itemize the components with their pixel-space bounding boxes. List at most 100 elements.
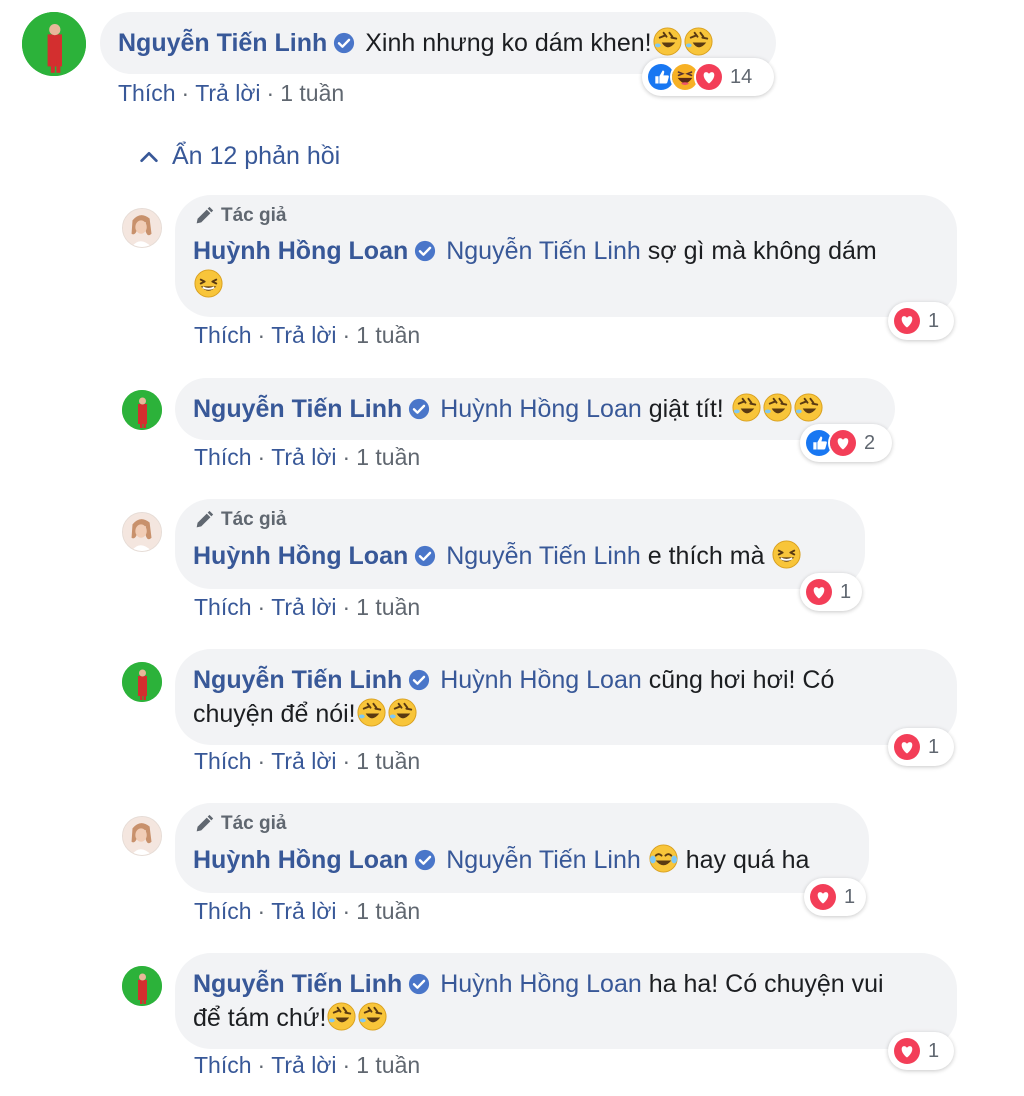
mention-link[interactable]: Huỳnh Hồng Loan (440, 395, 642, 423)
author-name[interactable]: Huỳnh Hồng Loan (193, 237, 408, 265)
rofl-emoji-icon (683, 26, 713, 57)
like-button[interactable]: Thích (194, 748, 252, 774)
reply-text: Nguyễn Tiến Linh Huỳnh Hồng Loan giật tí… (193, 392, 877, 426)
reaction-summary[interactable]: 2 (800, 424, 892, 462)
hide-replies-label: Ẩn 12 phản hồi (172, 142, 341, 170)
reply-text: Huỳnh Hồng Loan Nguyễn Tiến Linh sợ gì m… (193, 235, 939, 302)
pencil-icon (196, 206, 214, 224)
timestamp[interactable]: 1 tuần (356, 1052, 420, 1078)
mention-link[interactable]: Nguyễn Tiến Linh (446, 542, 641, 570)
comment-message: Xinh nhưng ko dám khen! (365, 29, 652, 57)
avatar[interactable] (122, 208, 162, 248)
timestamp[interactable]: 1 tuần (356, 322, 420, 348)
reply-message: để tám chứ! (193, 1004, 327, 1032)
mention-link[interactable]: Nguyễn Tiến Linh (446, 846, 641, 874)
reaction-summary[interactable]: 14 (642, 58, 774, 96)
hide-replies-toggle[interactable]: Ẩn 12 phản hồi (138, 142, 340, 171)
reply-message: chuyện để nói! (193, 700, 356, 728)
author-tag: Tác giả (193, 205, 939, 227)
reply-button[interactable]: Trả lời (271, 594, 336, 620)
mention-link[interactable]: Huỳnh Hồng Loan (440, 970, 642, 998)
love-reaction-icon (804, 577, 834, 607)
comment-text: Nguyễn Tiến Linh Xinh nhưng ko dám khen! (118, 26, 758, 60)
like-button[interactable]: Thích (194, 898, 252, 924)
reply-message: giật tít! (648, 395, 724, 423)
reply-actions: Thích · Trả lời · 1 tuần (194, 1052, 421, 1078)
reaction-summary[interactable]: 1 (888, 302, 954, 340)
reaction-count: 1 (928, 1039, 940, 1062)
chevron-up-icon (140, 151, 158, 162)
reply-button[interactable]: Trả lời (271, 898, 336, 924)
avatar[interactable] (22, 12, 86, 76)
avatar[interactable] (122, 966, 162, 1006)
rofl-emoji-icon (731, 392, 761, 423)
like-button[interactable]: Thích (194, 444, 252, 470)
author-tag: Tác giả (193, 813, 851, 835)
verified-badge-icon (414, 240, 437, 262)
reply-actions: Thích · Trả lời · 1 tuần (194, 748, 421, 774)
author-name[interactable]: Nguyễn Tiến Linh (193, 970, 402, 998)
avatar[interactable] (122, 816, 162, 856)
reply-button[interactable]: Trả lời (271, 322, 336, 348)
verified-badge-icon (414, 849, 437, 871)
author-name[interactable]: Huỳnh Hồng Loan (193, 542, 408, 570)
love-reaction-icon (694, 62, 724, 92)
author-name[interactable]: Nguyễn Tiến Linh (193, 666, 402, 694)
rofl-emoji-icon (327, 1001, 357, 1032)
reply-bubble: Tác giả Huỳnh Hồng Loan Nguyễn Tiến Linh… (175, 195, 957, 317)
reaction-count: 14 (730, 65, 753, 88)
love-reaction-icon (828, 428, 858, 458)
author-name[interactable]: Nguyễn Tiến Linh (118, 29, 327, 57)
reaction-count: 1 (844, 885, 856, 908)
like-button[interactable]: Thích (194, 1052, 252, 1078)
rofl-emoji-icon (358, 1001, 388, 1032)
reaction-count: 1 (840, 580, 852, 603)
verified-badge-icon (408, 398, 431, 420)
timestamp[interactable]: 1 tuần (356, 444, 420, 470)
reaction-summary[interactable]: 1 (888, 1032, 954, 1070)
reply-button[interactable]: Trả lời (195, 80, 260, 106)
mention-link[interactable]: Nguyễn Tiến Linh (446, 237, 641, 265)
reply-button[interactable]: Trả lời (271, 444, 336, 470)
rofl-emoji-icon (356, 697, 386, 728)
reply-bubble: Nguyễn Tiến Linh Huỳnh Hồng Loan giật tí… (175, 378, 895, 440)
avatar[interactable] (122, 512, 162, 552)
love-reaction-icon (808, 882, 838, 912)
love-reaction-icon (892, 306, 922, 336)
reply-bubble: Nguyễn Tiến Linh Huỳnh Hồng Loan ha ha! … (175, 953, 957, 1049)
reply-text: Nguyễn Tiến Linh Huỳnh Hồng Loan cũng hơ… (193, 664, 939, 731)
timestamp[interactable]: 1 tuần (356, 748, 420, 774)
author-name[interactable]: Huỳnh Hồng Loan (193, 846, 408, 874)
reaction-summary[interactable]: 1 (888, 728, 954, 766)
verified-badge-icon (408, 669, 431, 691)
reply-button[interactable]: Trả lời (271, 1052, 336, 1078)
timestamp[interactable]: 1 tuần (280, 80, 344, 106)
reply-message: hay quá ha (685, 846, 810, 874)
timestamp[interactable]: 1 tuần (356, 898, 420, 924)
pencil-icon (196, 510, 214, 528)
grinning-squint-emoji-icon (772, 539, 802, 570)
timestamp[interactable]: 1 tuần (356, 594, 420, 620)
reply-message: cũng hơi hơi! Có (648, 666, 835, 694)
like-button[interactable]: Thích (194, 322, 252, 348)
pencil-icon (196, 814, 214, 832)
reply-bubble: Tác giả Huỳnh Hồng Loan Nguyễn Tiến Linh… (175, 499, 865, 589)
reply-button[interactable]: Trả lời (271, 748, 336, 774)
rofl-emoji-icon (793, 392, 823, 423)
reaction-summary[interactable]: 1 (804, 878, 866, 916)
avatar[interactable] (122, 390, 162, 430)
reply-text: Huỳnh Hồng Loan Nguyễn Tiến Linh e thích… (193, 539, 847, 573)
author-name[interactable]: Nguyễn Tiến Linh (193, 395, 402, 423)
grinning-squint-emoji-icon (193, 268, 224, 299)
rofl-emoji-icon (387, 697, 417, 728)
reply-actions: Thích · Trả lời · 1 tuần (194, 898, 421, 924)
reply-message: e thích mà (647, 542, 765, 570)
like-button[interactable]: Thích (194, 594, 252, 620)
like-button[interactable]: Thích (118, 80, 176, 106)
reply-actions: Thích · Trả lời · 1 tuần (194, 594, 421, 620)
reaction-summary[interactable]: 1 (800, 573, 862, 611)
reaction-count: 1 (928, 735, 940, 758)
avatar[interactable] (122, 662, 162, 702)
verified-badge-icon (414, 545, 437, 567)
mention-link[interactable]: Huỳnh Hồng Loan (440, 666, 642, 694)
